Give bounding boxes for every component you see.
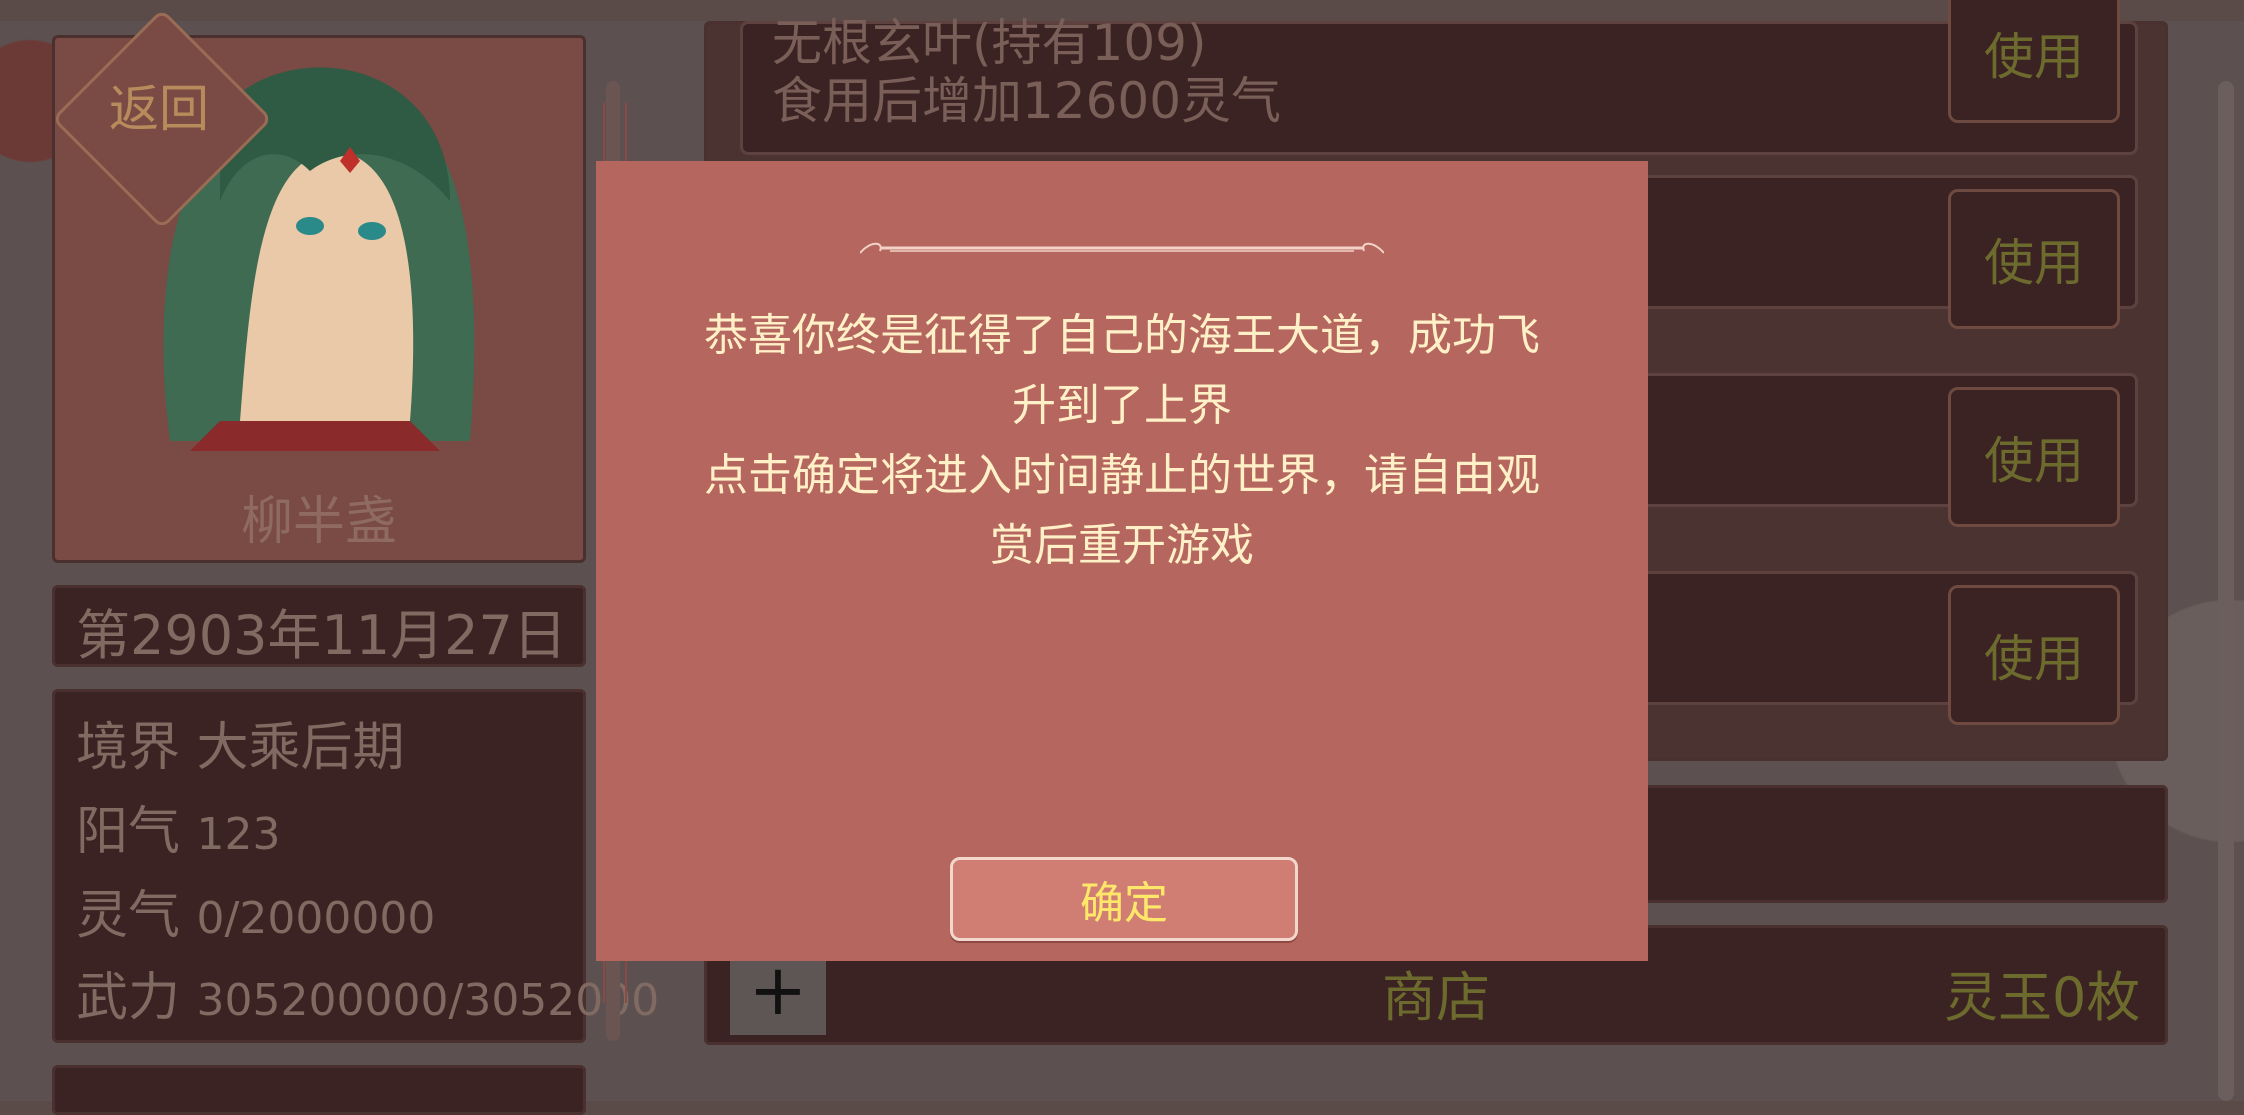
stat-yang-label: 阳气 (76, 802, 181, 863)
item-description: 食用后增加12600灵气 (772, 72, 1282, 131)
bottom-panel (52, 1065, 586, 1115)
character-name: 柳半盏 (240, 492, 397, 553)
dialog-line: 点击确定将进入时间静止的世界，请自由观 (704, 450, 1540, 502)
stat-spirit-label: 灵气 (76, 886, 181, 947)
dialog-line: 赏后重开游戏 (990, 520, 1254, 572)
back-button-label[interactable]: 返回 (84, 69, 234, 141)
use-button[interactable]: 使用 (1948, 387, 2120, 528)
stat-force-value: 305200000/3052000 (196, 975, 660, 1027)
stat-realm-value: 大乘后期 (196, 718, 405, 779)
title-ornament (860, 243, 1384, 255)
stat-force-label: 武力 (76, 968, 181, 1029)
use-button[interactable]: 使用 (1948, 585, 2120, 726)
game-date: 第2903年11月27日 (76, 604, 567, 668)
dialog-line: 恭喜你终是征得了自己的海王大道，成功飞 (704, 310, 1540, 362)
stat-force: 武力 305200000/3052000 (76, 955, 659, 1030)
confirm-button[interactable]: 确定 (950, 857, 1298, 942)
stat-spirit-value: 0/2000000 (196, 893, 436, 945)
dialog-message: 恭喜你终是征得了自己的海王大道，成功飞 升到了上界 点击确定将进入时间静止的世界… (668, 301, 1576, 581)
use-button[interactable]: 使用 (1948, 189, 2120, 330)
jade-count: 灵玉0枚 (1944, 966, 2141, 1030)
right-scrollbar[interactable] (2218, 81, 2234, 1102)
stat-realm: 境界 大乘后期 (76, 705, 405, 780)
stat-spirit: 灵气 0/2000000 (76, 873, 435, 948)
stat-yang-value: 123 (196, 809, 281, 861)
stat-yang: 阳气 123 (76, 789, 281, 864)
use-button[interactable]: 使用 (1948, 0, 2120, 124)
dialog-line: 升到了上界 (1012, 380, 1232, 432)
shop-button[interactable]: 商店 (1382, 953, 1490, 1032)
stat-realm-label: 境界 (76, 718, 181, 779)
